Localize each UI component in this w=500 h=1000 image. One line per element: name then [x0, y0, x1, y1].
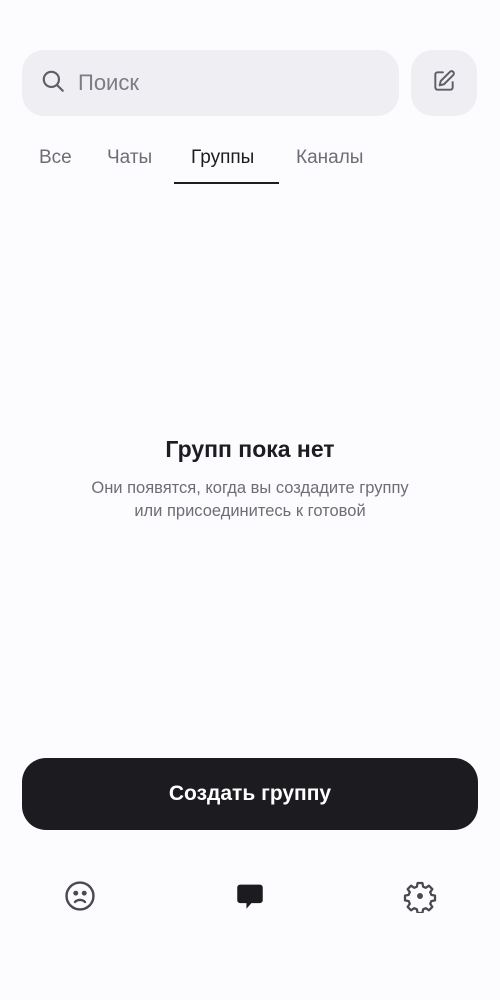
empty-state: Групп пока нет Они появятся, когда вы со… [0, 433, 500, 523]
compose-button[interactable] [411, 50, 477, 116]
chat-icon [233, 879, 267, 918]
nav-settings[interactable] [398, 876, 442, 920]
empty-state-description-line: Они появятся, когда вы создадите группу [91, 479, 409, 497]
tab-groups[interactable]: Группы [191, 147, 254, 169]
bottom-nav [0, 870, 500, 926]
search-icon [40, 68, 66, 99]
tab-channels[interactable]: Каналы [296, 147, 363, 169]
nav-profile[interactable] [58, 876, 102, 920]
empty-state-description: Они появятся, когда вы создадите группу … [0, 477, 500, 523]
empty-state-description-line: или присоединитесь к готовой [134, 502, 366, 520]
search-bar[interactable] [22, 50, 399, 116]
settings-icon [403, 879, 437, 918]
search-input[interactable] [78, 70, 358, 96]
create-group-button-label: Создать группу [168, 782, 332, 805]
tab-chats[interactable]: Чаты [107, 147, 152, 169]
profile-icon [63, 879, 97, 918]
create-group-button[interactable]: Создать группу [22, 758, 478, 830]
filter-tabs: Все Чаты Группы Каналы [0, 140, 500, 186]
active-tab-indicator [174, 182, 279, 184]
tab-all[interactable]: Все [39, 147, 72, 169]
compose-icon [431, 68, 457, 99]
nav-chats[interactable] [228, 876, 272, 920]
groups-screen: Все Чаты Группы Каналы Групп пока нет Он… [0, 0, 500, 1000]
empty-state-title: Групп пока нет [165, 436, 335, 462]
